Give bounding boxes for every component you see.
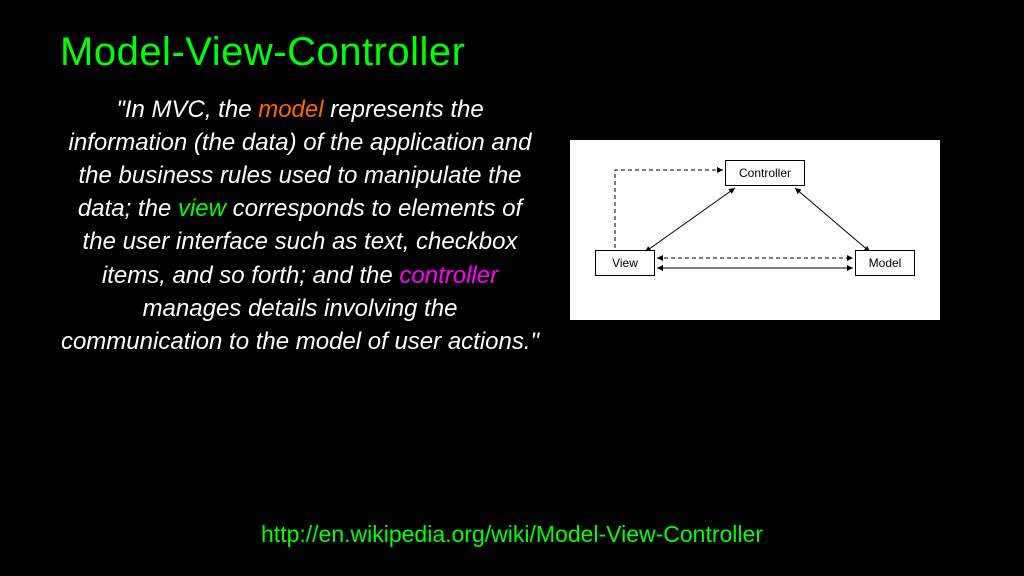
slide: Model-View-Controller "In MVC, the model… bbox=[0, 0, 1024, 576]
quote-text-4: manages details involving the communicat… bbox=[61, 295, 539, 355]
diagram-node-view: View bbox=[595, 250, 655, 276]
content-row: "In MVC, the model represents the inform… bbox=[60, 93, 964, 358]
slide-title: Model-View-Controller bbox=[60, 30, 964, 75]
highlight-view: view bbox=[178, 195, 226, 222]
mvc-diagram: Controller View Model bbox=[570, 140, 940, 320]
mvc-quote: "In MVC, the model represents the inform… bbox=[60, 93, 540, 358]
diagram-node-controller: Controller bbox=[725, 160, 805, 186]
diagram-node-model: Model bbox=[855, 250, 915, 276]
highlight-controller: controller bbox=[399, 262, 498, 289]
source-url: http://en.wikipedia.org/wiki/Model-View-… bbox=[0, 521, 1024, 548]
highlight-model: model bbox=[258, 96, 323, 123]
quote-text-1: "In MVC, the bbox=[116, 96, 258, 123]
